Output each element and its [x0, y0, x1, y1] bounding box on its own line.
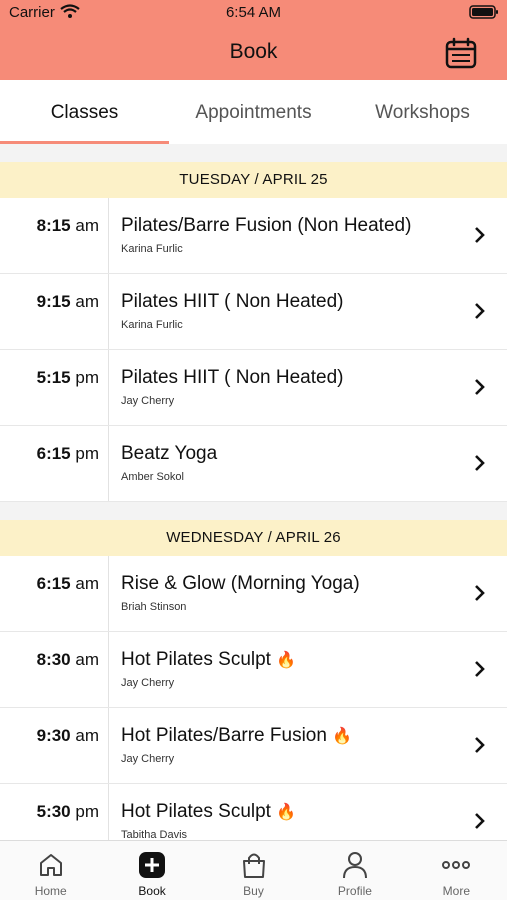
class-time: 6:15 am — [36, 574, 99, 593]
divider — [108, 708, 109, 783]
divider — [108, 350, 109, 425]
instructor-name: Amber Sokol — [121, 471, 184, 483]
tabbar-item-more[interactable]: More — [406, 841, 507, 900]
segment-tabs: Classes Appointments Workshops — [0, 80, 507, 144]
class-time: 8:30 am — [36, 650, 99, 669]
class-time: 5:30 pm — [36, 802, 99, 821]
tabbar-item-home[interactable]: Home — [0, 841, 101, 900]
instructor-name: Tabitha Davis — [121, 829, 188, 840]
divider — [108, 556, 109, 631]
chevron-right-icon — [475, 227, 485, 243]
flame-icon: 🔥 — [276, 804, 297, 821]
day-header: TUESDAY / APRIL 25 — [0, 162, 507, 198]
tab-appointments[interactable]: Appointments — [169, 80, 338, 144]
instructor-name: Jay Cherry — [121, 753, 175, 765]
class-name: Pilates/Barre Fusion (Non Heated) — [121, 215, 412, 236]
class-name: Hot Pilates Sculpt 🔥 — [121, 649, 297, 670]
class-time: 8:15 am — [36, 216, 99, 235]
class-time: 6:15 pm — [36, 444, 99, 463]
class-row[interactable]: 9:30 am Hot Pilates/Barre Fusion 🔥 Jay C… — [0, 708, 507, 784]
class-row[interactable]: 9:15 am Pilates HIIT ( Non Heated) Karin… — [0, 274, 507, 350]
class-name: Pilates HIIT ( Non Heated) — [121, 291, 344, 312]
chevron-right-icon — [475, 813, 485, 829]
status-time: 6:54 AM — [225, 4, 282, 21]
tab-classes[interactable]: Classes — [0, 80, 169, 144]
divider — [108, 632, 109, 707]
divider — [108, 198, 109, 273]
plus-square-icon — [139, 852, 166, 878]
page-title: Book — [229, 40, 278, 63]
schedule-list[interactable]: TUESDAY / APRIL 25 8:15 am Pilates/Barre… — [0, 162, 507, 840]
class-time: 9:15 am — [36, 292, 99, 311]
instructor-name: Briah Stinson — [121, 601, 187, 613]
divider — [108, 784, 109, 840]
class-row[interactable]: 5:30 pm Hot Pilates Sculpt 🔥 Tabitha Dav… — [0, 784, 507, 840]
header-bar: Carrier 6:54 AM Book — [0, 0, 507, 80]
divider — [108, 426, 109, 501]
class-name: Pilates HIIT ( Non Heated) — [121, 367, 344, 388]
calendar-button[interactable] — [445, 37, 477, 69]
chevron-right-icon — [475, 379, 485, 395]
tabbar-label: Home — [34, 884, 67, 898]
day-header: WEDNESDAY / APRIL 26 — [0, 520, 507, 556]
tabbar-label: Profile — [337, 884, 372, 898]
section-spacer — [0, 502, 507, 520]
tabbar-label: More — [442, 884, 470, 898]
class-time: 5:15 pm — [36, 368, 99, 387]
divider — [108, 274, 109, 349]
home-icon — [39, 854, 62, 876]
class-row[interactable]: 6:15 am Rise & Glow (Morning Yoga) Briah… — [0, 556, 507, 632]
bottom-tab-bar: Home Book Buy Profile More — [0, 840, 507, 900]
instructor-name: Jay Cherry — [121, 395, 175, 407]
class-name: Hot Pilates/Barre Fusion 🔥 — [121, 725, 353, 746]
shopping-bag-icon — [242, 853, 265, 878]
class-row[interactable]: 8:30 am Hot Pilates Sculpt 🔥 Jay Cherry — [0, 632, 507, 708]
flame-icon: 🔥 — [332, 728, 353, 745]
tabbar-label: Book — [138, 884, 166, 898]
tabbar-label: Buy — [243, 884, 264, 898]
instructor-name: Karina Furlic — [121, 319, 183, 331]
class-name: Hot Pilates Sculpt 🔥 — [121, 801, 297, 822]
tabbar-item-buy[interactable]: Buy — [203, 841, 304, 900]
battery-icon — [469, 5, 499, 23]
class-name: Rise & Glow (Morning Yoga) — [121, 573, 360, 594]
class-row[interactable]: 8:15 am Pilates/Barre Fusion (Non Heated… — [0, 198, 507, 274]
divider — [0, 144, 507, 162]
chevron-right-icon — [475, 303, 485, 319]
app-root: Carrier 6:54 AM Book Classes Appointment… — [0, 0, 507, 900]
chevron-right-icon — [475, 455, 485, 471]
calendar-icon — [445, 37, 477, 69]
chevron-right-icon — [475, 737, 485, 753]
tabbar-item-book[interactable]: Book — [101, 841, 202, 900]
more-dots-icon — [442, 861, 471, 869]
flame-icon: 🔥 — [276, 652, 297, 669]
chevron-right-icon — [475, 661, 485, 677]
class-time: 9:30 am — [36, 726, 99, 745]
class-name: Beatz Yoga — [121, 443, 218, 464]
status-bar: Carrier 6:54 AM — [0, 0, 507, 26]
user-icon — [342, 852, 367, 879]
class-row[interactable]: 5:15 pm Pilates HIIT ( Non Heated) Jay C… — [0, 350, 507, 426]
tab-workshops[interactable]: Workshops — [338, 80, 507, 144]
chevron-right-icon — [475, 585, 485, 601]
instructor-name: Jay Cherry — [121, 677, 175, 689]
instructor-name: Karina Furlic — [121, 243, 183, 255]
class-row[interactable]: 6:15 pm Beatz Yoga Amber Sokol — [0, 426, 507, 502]
tabbar-item-profile[interactable]: Profile — [304, 841, 405, 900]
